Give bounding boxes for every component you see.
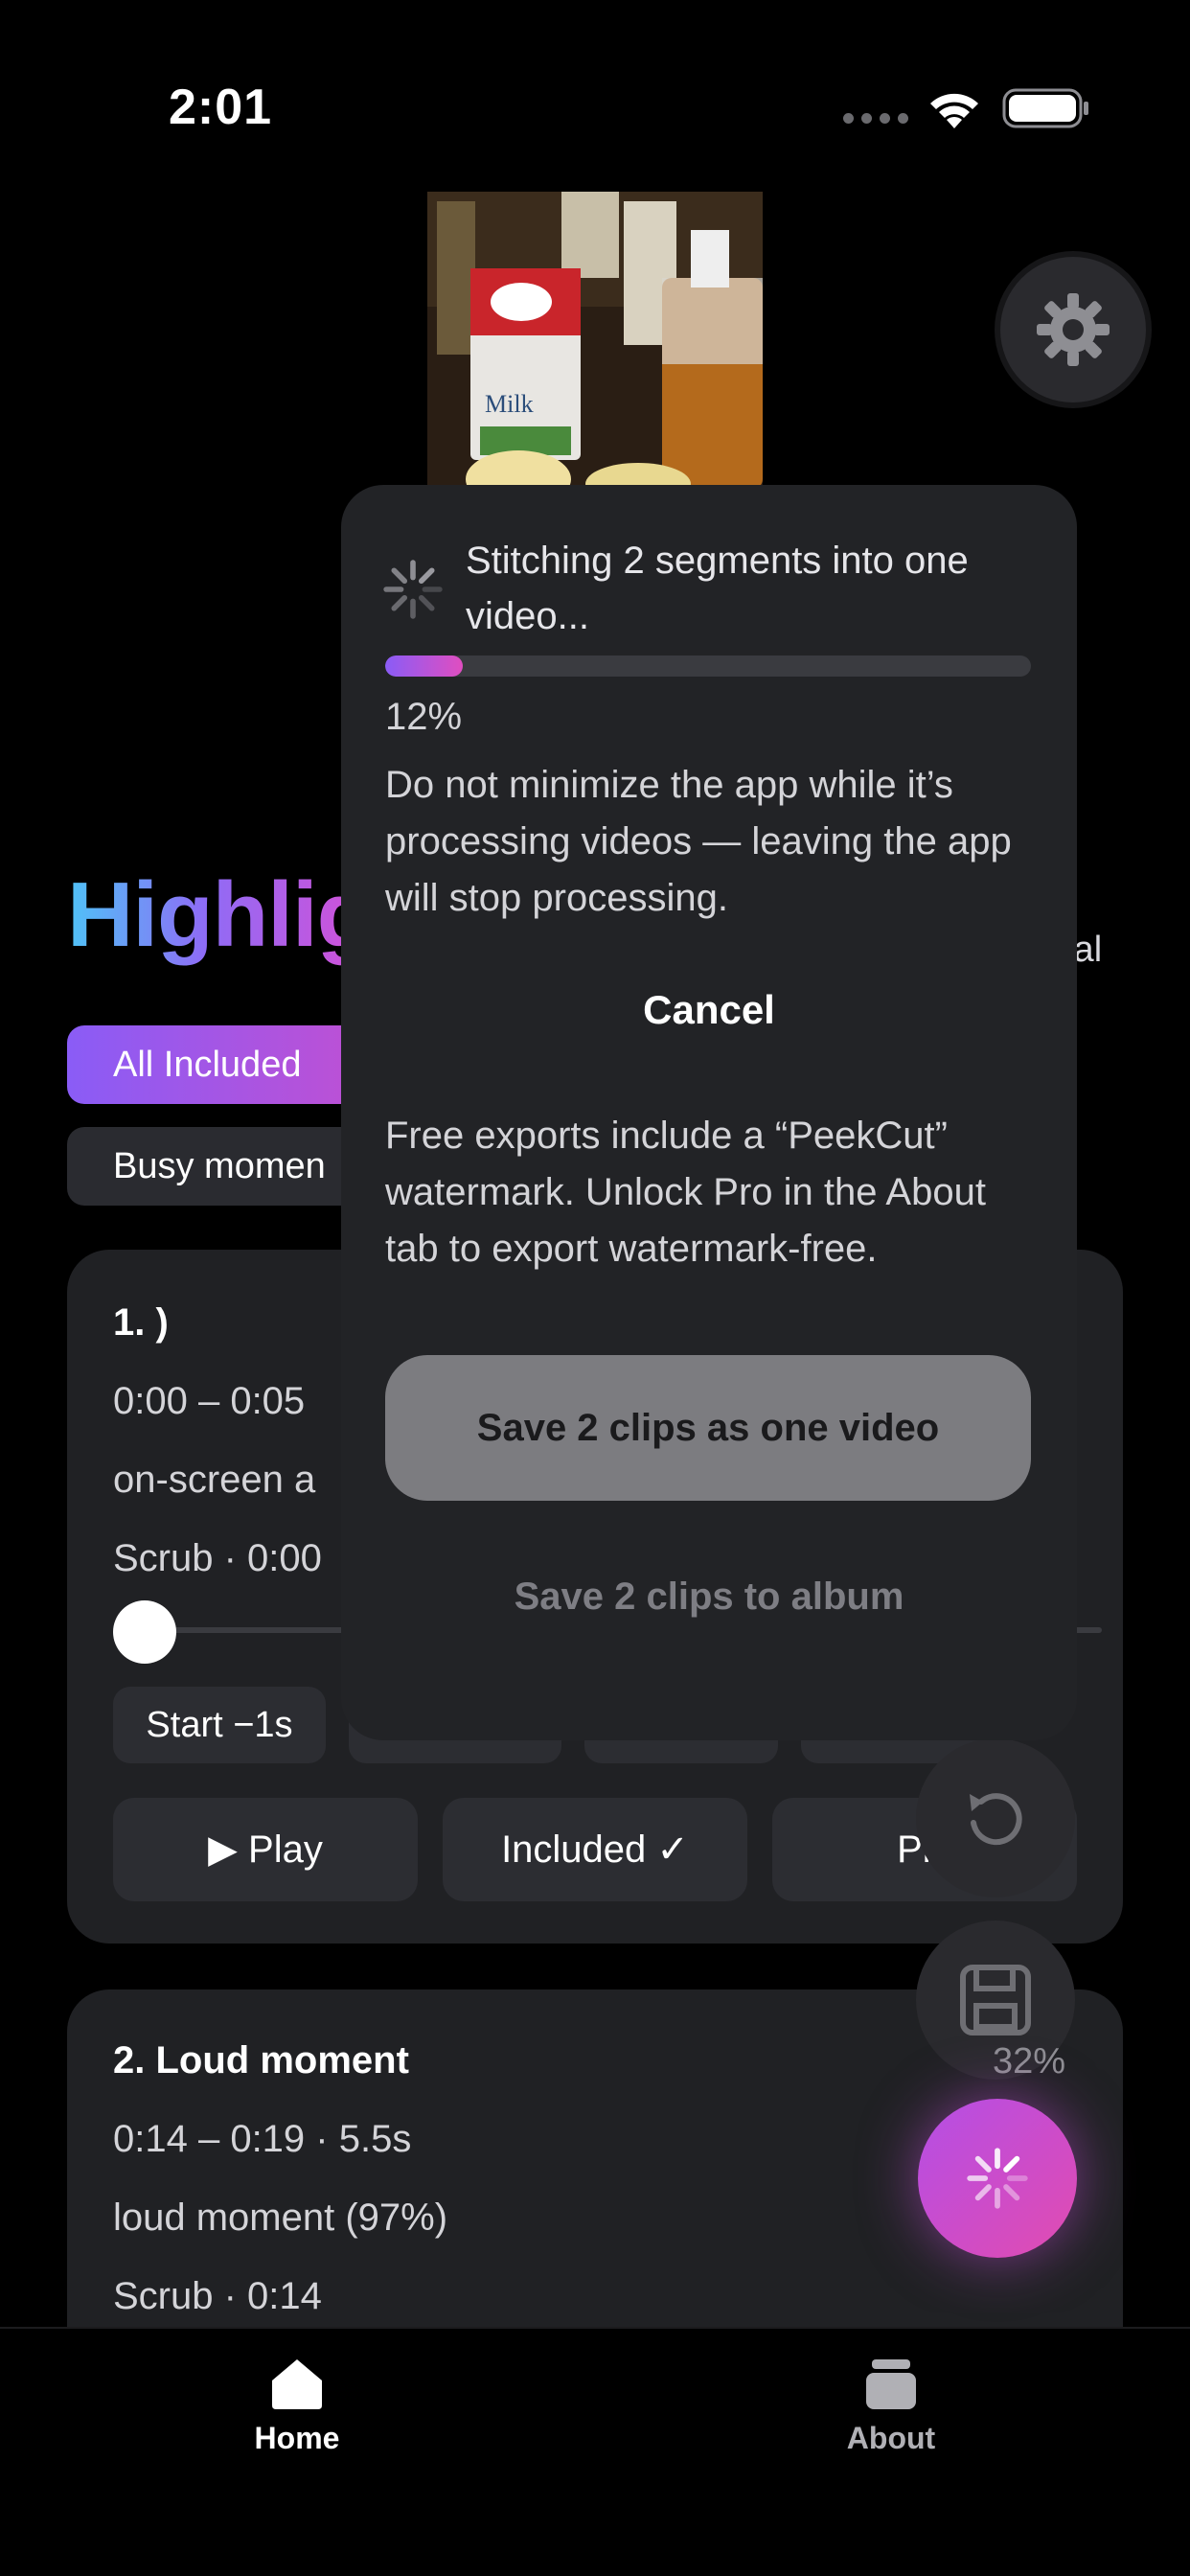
spinner-icon	[967, 2148, 1028, 2209]
clip-range: 0:14 – 0:19 · 5.5s	[113, 2118, 412, 2160]
progress-percent: 12%	[385, 696, 463, 738]
save-as-one-video-button[interactable]: Save 2 clips as one video	[385, 1355, 1031, 1501]
tab-about-label: About	[846, 2421, 936, 2455]
cellular-icon	[843, 113, 910, 126]
clip-range: 0:00 – 0:05	[113, 1380, 306, 1422]
spinner-icon	[383, 560, 443, 619]
stitching-status: Stitching 2 segments into one video...	[466, 540, 969, 637]
battery-icon	[1002, 88, 1088, 128]
scrub-label: Scrub · 0:14	[113, 2275, 322, 2317]
start-minus-button[interactable]: Start −1s	[113, 1687, 326, 1763]
cancel-button[interactable]: Cancel	[341, 987, 1077, 1033]
svg-text:Milk: Milk	[485, 390, 534, 418]
clip-reason: on-screen a	[113, 1459, 316, 1501]
about-icon	[866, 2359, 916, 2409]
wifi-icon	[930, 93, 978, 128]
tab-bar	[0, 2327, 1190, 2576]
save-progress-label: 32%	[993, 2041, 1066, 2082]
progress-bar	[385, 656, 1031, 677]
clip-title: 1. )	[113, 1301, 169, 1344]
processing-warning: Do not minimize the app while it’s proce…	[385, 764, 1012, 919]
status-time: 2:01	[169, 80, 273, 135]
page-title: Highlig	[67, 863, 373, 966]
save-to-album-button[interactable]: Save 2 clips to album	[341, 1576, 1077, 1619]
tab-home[interactable]: Home	[201, 2358, 393, 2456]
clip-title: 2. Loud moment	[113, 2039, 409, 2082]
progress-fill	[385, 656, 463, 677]
watermark-note: Free exports include a “PeekCut” waterma…	[385, 1115, 986, 1270]
settings-button[interactable]	[1000, 257, 1146, 402]
home-icon	[272, 2359, 322, 2409]
scrub-label: Scrub · 0:00	[113, 1537, 322, 1579]
clip-reason: loud moment (97%)	[113, 2196, 448, 2239]
export-processing-button[interactable]	[918, 2099, 1077, 2258]
scrub-slider-knob[interactable]	[113, 1600, 176, 1664]
save-icon	[960, 1965, 1031, 2036]
tab-home-label: Home	[254, 2421, 340, 2455]
undo-button[interactable]	[916, 1738, 1075, 1898]
included-toggle[interactable]: Included ✓	[443, 1798, 747, 1901]
video-thumbnail[interactable]: Milk	[427, 192, 763, 489]
undo-icon	[970, 1793, 1022, 1846]
tab-about[interactable]: About	[795, 2358, 987, 2456]
gear-icon	[1037, 293, 1110, 366]
play-button[interactable]: ▶ Play	[113, 1798, 418, 1901]
